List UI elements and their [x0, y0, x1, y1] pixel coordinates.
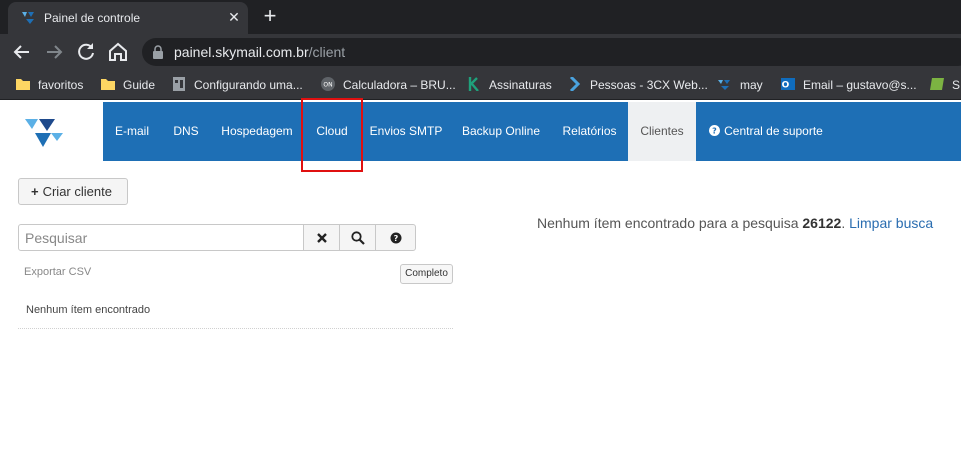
clear-search-button[interactable] [303, 224, 340, 251]
result-suffix: . [841, 215, 850, 231]
skymail-icon [718, 80, 730, 90]
svg-text:ON: ON [323, 82, 332, 89]
nav-central-suporte-label: Central de suporte [724, 124, 823, 138]
bookmark-pessoas[interactable]: Pessoas - 3CX Web... [568, 76, 708, 94]
svg-text:?: ? [393, 234, 398, 243]
bookmark-assinaturas[interactable]: Assinaturas [467, 76, 552, 94]
bookmark-label: Calculadora – BRU... [343, 78, 456, 92]
tab-title: Painel de controle [44, 11, 141, 25]
question-circle-icon: ? [390, 232, 401, 243]
bookmark-calculadora[interactable]: ON Calculadora – BRU... [321, 76, 456, 94]
calculator-icon: ON [321, 77, 335, 91]
nav-clientes[interactable]: Clientes [628, 102, 696, 161]
list-divider [18, 328, 453, 329]
bookmark-may[interactable]: may [718, 76, 763, 94]
plus-icon: + [31, 184, 39, 199]
help-button[interactable]: ? [375, 224, 416, 251]
create-client-button[interactable]: + Criar cliente [18, 178, 128, 205]
url-host: painel.skymail.com.br [174, 44, 309, 60]
url-path: /client [308, 44, 346, 60]
k-icon [468, 77, 479, 91]
result-prefix: Nenhum ítem encontrado para a pesquisa [537, 215, 803, 231]
page-icon [173, 77, 185, 91]
nav-envios-smtp[interactable]: Envios SMTP [361, 102, 451, 161]
bookmark-favoritos[interactable]: favoritos [16, 76, 83, 94]
export-csv-link[interactable]: Exportar CSV [24, 266, 91, 278]
bookmark-configurando[interactable]: Configurando uma... [172, 76, 303, 94]
skymail-logo-icon [22, 12, 34, 24]
cloud-highlight-box [301, 98, 363, 172]
folder-icon [101, 79, 115, 90]
browser-tab[interactable]: Painel de controle ✕ [8, 2, 248, 34]
nav-email[interactable]: E-mail [103, 102, 161, 161]
search-input[interactable] [18, 224, 304, 251]
nav-backup-online[interactable]: Backup Online [451, 102, 551, 161]
svg-text:?: ? [712, 127, 717, 136]
app-header: E-mail DNS Hospedagem Cloud Envios SMTP … [0, 102, 961, 161]
chevron-icon [569, 77, 581, 91]
folder-icon [16, 79, 30, 90]
search-icon [350, 230, 365, 245]
skymail-logo-icon [25, 119, 63, 147]
lock-icon[interactable] [152, 45, 164, 59]
search-button[interactable] [339, 224, 376, 251]
bookmark-label: Email – gustavo@s... [803, 78, 917, 92]
search-group: ? [18, 224, 416, 251]
bookmark-label: Pessoas - 3CX Web... [590, 78, 708, 92]
completo-button[interactable]: Completo [400, 264, 453, 284]
question-circle-icon: ? [709, 125, 721, 136]
outlook-icon: O [781, 78, 795, 91]
url-text: painel.skymail.com.br/client [174, 44, 345, 60]
nav-relatorios[interactable]: Relatórios [551, 102, 628, 161]
bookmark-guide[interactable]: Guide [101, 76, 155, 94]
sheet-icon [930, 78, 944, 90]
bookmark-label: Guide [123, 78, 156, 92]
empty-list-message: Nenhum ítem encontrado [26, 304, 151, 316]
new-tab-button[interactable]: + [260, 4, 280, 28]
svg-text:O: O [782, 81, 790, 91]
close-icon [316, 232, 327, 243]
browser-tabstrip: Painel de controle ✕ + [0, 0, 961, 34]
back-arrow-icon[interactable] [10, 40, 34, 64]
nav-dns[interactable]: DNS [161, 102, 211, 161]
home-icon[interactable] [106, 40, 130, 64]
app-logo[interactable] [0, 102, 103, 161]
bookmark-label: Configurando uma... [194, 78, 303, 92]
reload-icon[interactable] [74, 40, 98, 64]
nav-central-suporte[interactable]: ? Central de suporte [696, 102, 836, 161]
search-term: 26122 [802, 215, 842, 231]
bookmark-email[interactable]: O Email – gustavo@s... [781, 76, 917, 94]
search-result-message: Nenhum ítem encontrado para a pesquisa 2… [537, 215, 933, 231]
nav-hospedagem[interactable]: Hospedagem [211, 102, 303, 161]
bookmark-label: Assinaturas [489, 78, 552, 92]
clear-search-link[interactable]: Limpar busca [849, 215, 933, 231]
bookmark-s[interactable]: S [930, 76, 960, 94]
browser-toolbar: painel.skymail.com.br/client [0, 34, 961, 70]
bookmark-label: may [740, 78, 763, 92]
create-client-label: Criar cliente [42, 184, 112, 199]
bookmark-label: favoritos [38, 78, 84, 92]
address-bar[interactable]: painel.skymail.com.br/client [142, 38, 961, 66]
close-tab-icon[interactable]: ✕ [226, 8, 242, 26]
bookmark-label: S [952, 78, 961, 92]
bookmarks-bar: favoritos Guide Configurando uma... ON Ca… [0, 70, 961, 100]
forward-arrow-icon[interactable] [42, 40, 66, 64]
